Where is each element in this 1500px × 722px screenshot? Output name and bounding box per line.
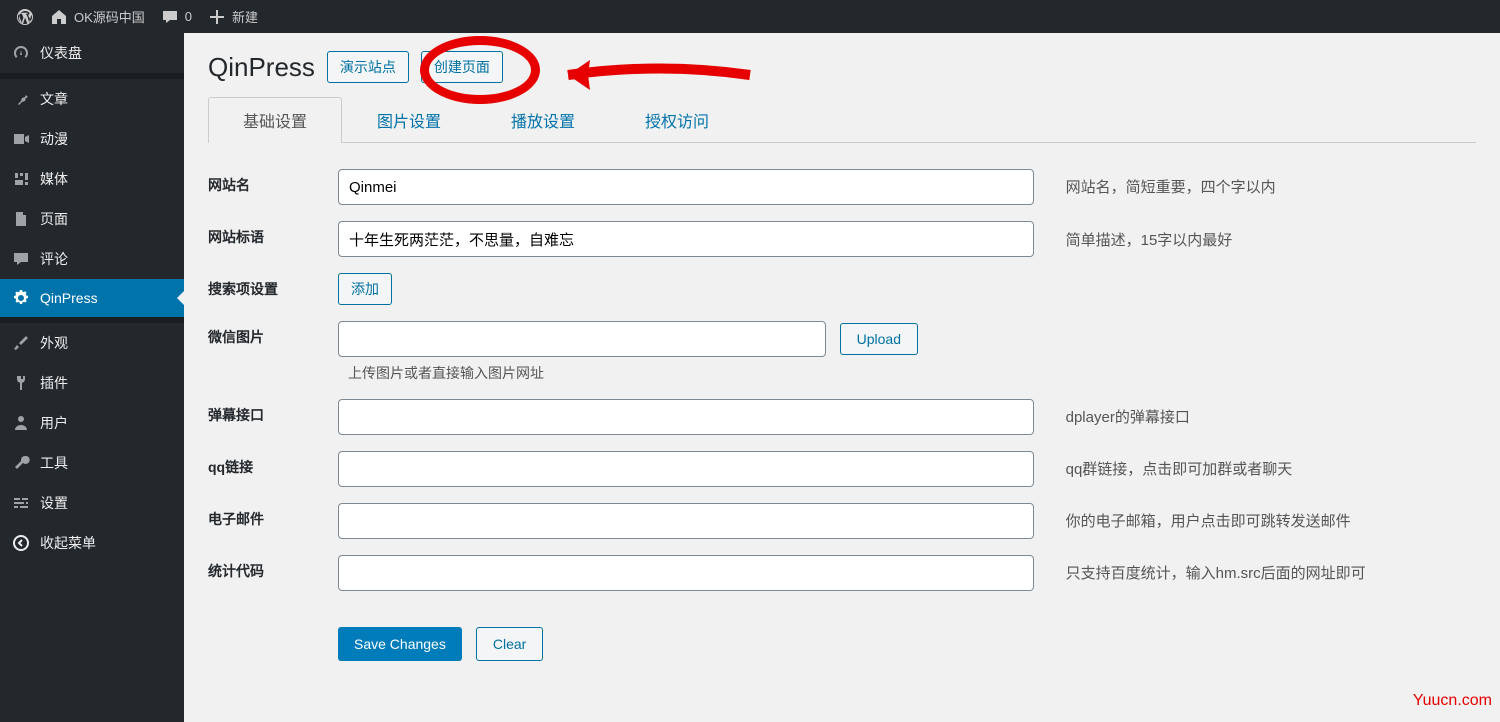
sidebar-item-sliders[interactable]: 设置 bbox=[0, 483, 184, 523]
form-actions: Save Changes Clear bbox=[338, 627, 1476, 661]
sidebar-item-label: 用户 bbox=[40, 413, 68, 433]
settings-tabs: 基础设置图片设置播放设置授权访问 bbox=[208, 97, 1476, 143]
sidebar-item-comment[interactable]: 评论 bbox=[0, 239, 184, 279]
sidebar-item-media[interactable]: 媒体 bbox=[0, 159, 184, 199]
desc-slogan: 简单描述，15字以内最好 bbox=[1066, 232, 1233, 249]
sidebar-item-label: 插件 bbox=[40, 373, 68, 393]
settings-form: 网站名 网站名，简短重要，四个字以内 网站标语 简单描述，15字以内最好 搜索项… bbox=[208, 161, 1476, 599]
plug-icon bbox=[12, 374, 30, 392]
sidebar-item-label: 收起菜单 bbox=[40, 533, 96, 553]
sidebar-item-plug[interactable]: 插件 bbox=[0, 363, 184, 403]
pin-icon bbox=[12, 90, 30, 108]
media-icon bbox=[12, 170, 30, 188]
wp-logo[interactable] bbox=[8, 0, 42, 33]
sidebar-item-user[interactable]: 用户 bbox=[0, 403, 184, 443]
page-heading: QinPress 演示站点 创建页面 bbox=[208, 51, 1476, 83]
label-search: 搜索项设置 bbox=[208, 265, 338, 313]
sidebar-item-label: 文章 bbox=[40, 89, 68, 109]
gear-icon bbox=[12, 289, 30, 307]
create-page-button[interactable]: 创建页面 bbox=[421, 51, 503, 83]
clear-button[interactable]: Clear bbox=[476, 627, 543, 661]
input-qq[interactable] bbox=[338, 451, 1034, 487]
input-stats[interactable] bbox=[338, 555, 1034, 591]
page-icon bbox=[12, 210, 30, 228]
label-wechat: 微信图片 bbox=[208, 313, 338, 391]
sidebar-item-label: QinPress bbox=[40, 290, 98, 306]
input-wechat[interactable] bbox=[338, 321, 826, 357]
dashboard-icon bbox=[12, 44, 30, 62]
admin-sidebar: 仪表盘文章动漫媒体页面评论 QinPress 外观插件用户工具设置收起菜单 bbox=[0, 33, 184, 722]
collapse-icon bbox=[12, 534, 30, 552]
desc-site-name: 网站名，简短重要，四个字以内 bbox=[1066, 179, 1276, 196]
user-icon bbox=[12, 414, 30, 432]
sidebar-item-dashboard[interactable]: 仪表盘 bbox=[0, 33, 184, 73]
new-label: 新建 bbox=[232, 7, 258, 26]
admin-top-bar: OK源码中国 0 新建 bbox=[0, 0, 1500, 33]
content-area: QinPress 演示站点 创建页面 基础设置图片设置播放设置授权访问 网站名 … bbox=[184, 33, 1500, 722]
sidebar-item-brush[interactable]: 外观 bbox=[0, 323, 184, 363]
input-email[interactable] bbox=[338, 503, 1034, 539]
wordpress-icon bbox=[16, 8, 34, 26]
input-danmaku[interactable] bbox=[338, 399, 1034, 435]
video-icon bbox=[12, 130, 30, 148]
tab-播放设置[interactable]: 播放设置 bbox=[476, 97, 610, 142]
page-title: QinPress bbox=[208, 52, 315, 83]
label-stats: 统计代码 bbox=[208, 547, 338, 599]
upload-button[interactable]: Upload bbox=[840, 323, 918, 355]
label-email: 电子邮件 bbox=[208, 495, 338, 547]
sidebar-item-page[interactable]: 页面 bbox=[0, 199, 184, 239]
save-button[interactable]: Save Changes bbox=[338, 627, 462, 661]
sidebar-item-wrench[interactable]: 工具 bbox=[0, 443, 184, 483]
new-content[interactable]: 新建 bbox=[200, 0, 266, 33]
sidebar-item-label: 页面 bbox=[40, 209, 68, 229]
sidebar-item-label: 工具 bbox=[40, 453, 68, 473]
comment-icon bbox=[161, 8, 179, 26]
sidebar-item-label: 评论 bbox=[40, 249, 68, 269]
sidebar-item-label: 仪表盘 bbox=[40, 43, 82, 63]
input-slogan[interactable] bbox=[338, 221, 1034, 257]
hint-wechat: 上传图片或者直接输入图片网址 bbox=[338, 363, 1476, 383]
desc-danmaku: dplayer的弹幕接口 bbox=[1066, 409, 1190, 426]
sidebar-item-label: 外观 bbox=[40, 333, 68, 353]
sliders-icon bbox=[12, 494, 30, 512]
comments-count: 0 bbox=[185, 9, 192, 24]
tab-授权访问[interactable]: 授权访问 bbox=[610, 97, 744, 142]
brush-icon bbox=[12, 334, 30, 352]
label-qq: qq链接 bbox=[208, 443, 338, 495]
sidebar-item-label: 设置 bbox=[40, 493, 68, 513]
desc-stats: 只支持百度统计，输入hm.src后面的网址即可 bbox=[1066, 565, 1366, 582]
home-icon bbox=[50, 8, 68, 26]
add-search-button[interactable]: 添加 bbox=[338, 273, 392, 305]
site-link[interactable]: OK源码中国 bbox=[42, 0, 153, 33]
sidebar-item-label: 动漫 bbox=[40, 129, 68, 149]
sidebar-item-gear[interactable]: QinPress bbox=[0, 279, 184, 317]
sidebar-item-pin[interactable]: 文章 bbox=[0, 79, 184, 119]
sidebar-item-label: 媒体 bbox=[40, 169, 68, 189]
comment-icon bbox=[12, 250, 30, 268]
label-danmaku: 弹幕接口 bbox=[208, 391, 338, 443]
input-site-name[interactable] bbox=[338, 169, 1034, 205]
label-slogan: 网站标语 bbox=[208, 213, 338, 265]
tab-图片设置[interactable]: 图片设置 bbox=[342, 97, 476, 142]
label-site-name: 网站名 bbox=[208, 161, 338, 213]
sidebar-item-collapse[interactable]: 收起菜单 bbox=[0, 523, 184, 563]
desc-qq: qq群链接，点击即可加群或者聊天 bbox=[1066, 461, 1293, 478]
wrench-icon bbox=[12, 454, 30, 472]
comments-link[interactable]: 0 bbox=[153, 0, 200, 33]
demo-site-button[interactable]: 演示站点 bbox=[327, 51, 409, 83]
desc-email: 你的电子邮箱，用户点击即可跳转发送邮件 bbox=[1066, 513, 1351, 530]
tab-基础设置[interactable]: 基础设置 bbox=[208, 97, 342, 143]
plus-icon bbox=[208, 8, 226, 26]
sidebar-item-video[interactable]: 动漫 bbox=[0, 119, 184, 159]
site-name: OK源码中国 bbox=[74, 7, 145, 26]
